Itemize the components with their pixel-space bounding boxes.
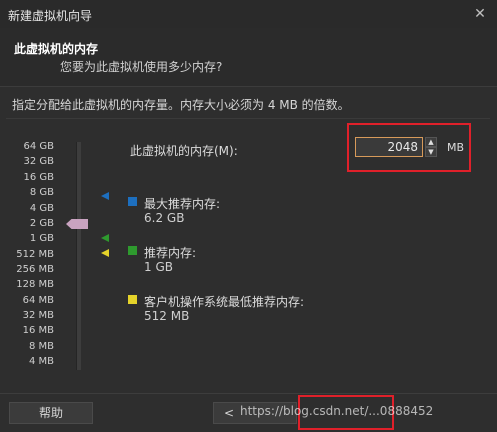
page-header: 此虚拟机的内存 您要为此虚拟机使用多少内存? [0,28,497,86]
page-subtitle: 您要为此虚拟机使用多少内存? [60,60,223,74]
slider-tick-label: 64 MB [22,295,54,306]
instruction-divider [6,118,490,119]
legend-value: 512 MB [144,309,190,323]
legend-value: 1 GB [144,260,173,274]
slider-tick-label: 512 MB [16,249,54,260]
max-recommended-marker-icon [101,192,109,200]
recommended-marker-icon [101,234,109,242]
memory-slider[interactable]: 64 GB 32 GB 16 GB 8 GB 4 GB 2 GB 1 GB 51… [0,128,110,378]
window-title: 新建虚拟机向导 [8,9,93,23]
legend-title: 推荐内存: [144,246,197,260]
stepper-up-icon[interactable]: ▲ [425,137,437,147]
help-button[interactable]: 帮助 [9,402,93,424]
page-title: 此虚拟机的内存 [14,42,99,56]
memory-field-label: 此虚拟机的内存(M): [130,144,238,158]
blue-square-icon [128,197,137,206]
slider-track[interactable] [76,142,81,370]
slider-tick-label: 256 MB [16,264,54,275]
memory-unit: MB [447,141,465,154]
legend-value: 6.2 GB [144,211,185,225]
slider-tick-label: 4 MB [28,356,54,367]
memory-stepper[interactable]: ▲ ▼ [425,137,437,157]
stepper-down-icon[interactable]: ▼ [425,147,437,157]
title-bar: 新建虚拟机向导 ✕ [0,0,497,28]
instruction-text: 指定分配给此虚拟机的内存量。内存大小必须为 4 MB 的倍数。 [12,98,350,112]
slider-tick-label: 16 GB [23,172,54,183]
slider-tick-label: 32 MB [22,310,54,321]
green-square-icon [128,246,137,255]
slider-tick-label: 16 MB [22,325,54,336]
yellow-square-icon [128,295,137,304]
new-vm-wizard-window: 新建虚拟机向导 ✕ 此虚拟机的内存 您要为此虚拟机使用多少内存? 指定分配给此虚… [0,0,497,432]
slider-tick-label: 1 GB [29,233,54,244]
slider-thumb[interactable] [66,219,88,229]
slider-tick-label: 32 GB [23,156,54,167]
header-divider [0,86,497,87]
slider-tick-label: 64 GB [23,141,54,152]
slider-tick-label: 128 MB [16,279,54,290]
min-recommended-marker-icon [101,249,109,257]
slider-tick-label: 4 GB [29,203,54,214]
legend-title: 最大推荐内存: [144,197,221,211]
footer-divider [0,393,497,394]
slider-tick-label: 8 MB [28,341,54,352]
watermark-text: https://blog.csdn.net/...0888452 [240,404,434,418]
memory-input[interactable] [355,137,423,157]
legend-title: 客户机操作系统最低推荐内存: [144,295,305,309]
slider-tick-label: 2 GB [29,218,54,229]
close-icon[interactable]: ✕ [471,5,489,23]
slider-tick-label: 8 GB [29,187,54,198]
